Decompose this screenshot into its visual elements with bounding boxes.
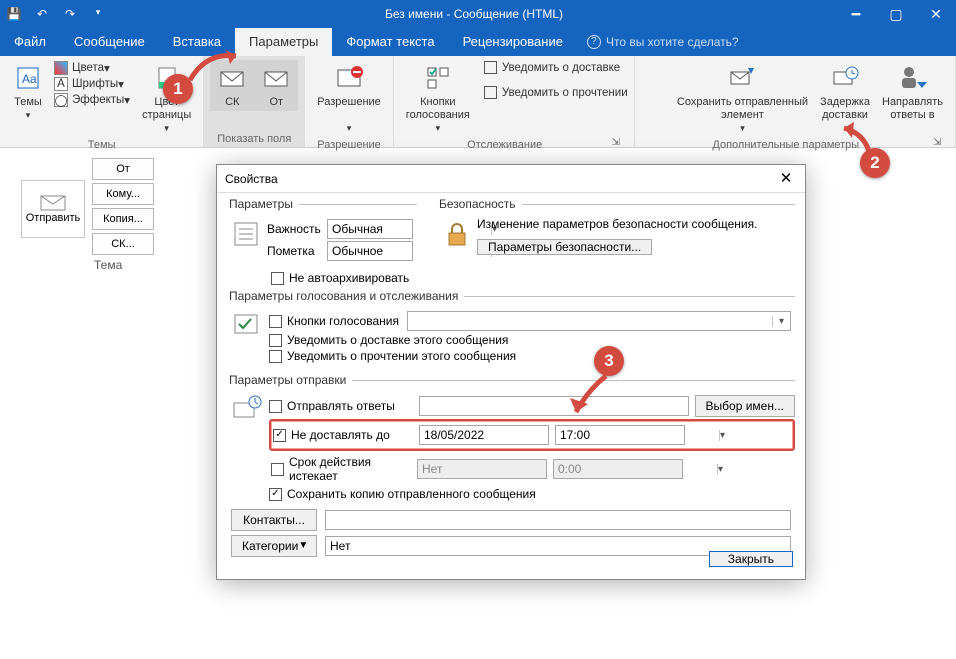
effects-icon: ◯ bbox=[54, 93, 68, 107]
dialog-title: Свойства bbox=[225, 172, 278, 186]
svg-text:Aa: Aa bbox=[22, 72, 37, 86]
delay-delivery-button[interactable]: Задержка доставки bbox=[814, 60, 876, 124]
categories-button[interactable]: Категории▼ bbox=[231, 535, 317, 557]
send-icon bbox=[39, 194, 67, 212]
security-settings-button[interactable]: Параметры безопасности... bbox=[477, 239, 652, 255]
minimize-button[interactable]: ━ bbox=[836, 6, 876, 23]
tab-file[interactable]: Файл bbox=[0, 28, 60, 56]
params-icon bbox=[231, 219, 261, 249]
dialog-close-button[interactable]: ✕ bbox=[775, 168, 797, 190]
colors-icon bbox=[54, 61, 68, 75]
defer-check[interactable]: ✓ bbox=[273, 429, 286, 442]
from-icon bbox=[260, 62, 292, 94]
redo-icon[interactable]: ↷ bbox=[56, 7, 84, 21]
group-tracking: Кнопки голосования ▾ Уведомить о доставк… bbox=[394, 56, 635, 147]
effects-button[interactable]: ◯Эффекты ▾ bbox=[54, 92, 130, 108]
cc-field-button[interactable]: Копия... bbox=[92, 208, 154, 230]
voting-button[interactable]: Кнопки голосования ▾ bbox=[400, 60, 476, 137]
close-button[interactable]: ✕ bbox=[916, 6, 956, 23]
qat-dropdown-icon[interactable]: ▾ bbox=[84, 7, 112, 21]
select-names-button[interactable]: Выбор имен... bbox=[695, 395, 795, 417]
voting-icon bbox=[422, 62, 454, 94]
permission-icon bbox=[333, 62, 365, 94]
group-more-options: Сохранить отправленный элемент ▾ Задержк… bbox=[635, 56, 956, 147]
tracking-launcher-icon[interactable]: ⇲ bbox=[612, 137, 626, 151]
tab-format[interactable]: Формат текста bbox=[332, 28, 448, 56]
save-copy-check[interactable]: ✓ bbox=[269, 488, 282, 501]
ribbon: Aa Темы ▾ Цвета ▾ AШрифты ▾ ◯Эффекты ▾ Ц… bbox=[0, 56, 956, 148]
request-read-receipt[interactable]: Уведомить о прочтении bbox=[484, 85, 628, 100]
contacts-button[interactable]: Контакты... bbox=[231, 509, 317, 531]
tab-message[interactable]: Сообщение bbox=[60, 28, 159, 56]
window-title: Без имени - Сообщение (HTML) bbox=[112, 7, 836, 21]
from-field-button[interactable]: От bbox=[92, 158, 154, 180]
voting-icon bbox=[231, 309, 263, 341]
fonts-icon: A bbox=[54, 77, 68, 91]
request-delivery-receipt[interactable]: Уведомить о доставке bbox=[484, 60, 628, 75]
delivery-icon bbox=[231, 393, 263, 425]
colors-button[interactable]: Цвета ▾ bbox=[54, 60, 130, 76]
permission-button[interactable]: Разрешение▾ bbox=[311, 60, 387, 137]
security-text: Изменение параметров безопасности сообще… bbox=[477, 217, 757, 231]
send-replies-check[interactable] bbox=[269, 400, 282, 413]
bulb-icon: ? bbox=[587, 35, 601, 49]
direct-replies-button[interactable]: Направлять ответы в bbox=[876, 60, 949, 124]
delay-icon bbox=[829, 62, 861, 94]
direct-replies-icon bbox=[897, 62, 929, 94]
from-button[interactable]: От bbox=[254, 60, 298, 111]
tell-me[interactable]: ? Что вы хотите сделать? bbox=[577, 28, 739, 56]
save-sent-button[interactable]: Сохранить отправленный элемент ▾ bbox=[671, 60, 814, 137]
expires-time-picker: ▾ bbox=[553, 459, 683, 479]
lock-icon bbox=[441, 219, 471, 249]
themes-icon: Aa bbox=[12, 62, 44, 94]
to-field-button[interactable]: Кому... bbox=[92, 183, 154, 205]
fonts-button[interactable]: AШрифты ▾ bbox=[54, 76, 130, 92]
importance-dropdown[interactable]: ▾ bbox=[327, 219, 413, 239]
more-options-launcher-icon[interactable]: ⇲ bbox=[933, 137, 947, 151]
voting-dropdown[interactable]: ▾ bbox=[407, 311, 791, 331]
tab-review[interactable]: Рецензирование bbox=[449, 28, 577, 56]
bcc-field-button[interactable]: СК... bbox=[92, 233, 154, 255]
group-permission: Разрешение▾ Разрешение bbox=[305, 56, 394, 147]
send-replies-input[interactable] bbox=[419, 396, 689, 416]
contacts-input[interactable] bbox=[325, 510, 791, 530]
send-button[interactable]: Отправить bbox=[21, 180, 85, 238]
defer-delivery-row: ✓ Не доставлять до ▾ ▾ bbox=[269, 419, 795, 451]
themes-button[interactable]: Aa Темы ▾ bbox=[6, 60, 50, 124]
chevron-down-icon: ▾ bbox=[772, 316, 790, 327]
maximize-button[interactable]: ▢ bbox=[876, 6, 916, 23]
no-autoarchive-check[interactable] bbox=[271, 272, 284, 285]
sensitivity-dropdown[interactable]: ▾ bbox=[327, 241, 413, 261]
importance-label: Важность bbox=[267, 222, 327, 236]
sensitivity-label: Пометка bbox=[267, 244, 327, 258]
dialog-close-action-button[interactable]: Закрыть bbox=[709, 551, 793, 567]
undo-icon[interactable]: ↶ bbox=[28, 7, 56, 21]
subject-label: Тема bbox=[92, 258, 154, 272]
defer-time-picker[interactable]: ▾ bbox=[555, 425, 685, 445]
save-sent-icon bbox=[726, 62, 758, 94]
save-icon[interactable]: 💾 bbox=[0, 7, 28, 21]
read-receipt-check[interactable] bbox=[269, 350, 282, 363]
expires-date-picker: ▾ bbox=[417, 459, 547, 479]
tab-options[interactable]: Параметры bbox=[235, 28, 332, 56]
chevron-down-icon: ▾ bbox=[719, 430, 725, 441]
defer-date-picker[interactable]: ▾ bbox=[419, 425, 549, 445]
properties-dialog: Свойства ✕ Параметры Важность ▾ Пометка … bbox=[216, 164, 806, 580]
expires-check[interactable] bbox=[271, 463, 284, 476]
delivery-receipt-check[interactable] bbox=[269, 334, 282, 347]
title-bar: 💾 ↶ ↷ ▾ Без имени - Сообщение (HTML) ━ ▢… bbox=[0, 0, 956, 28]
voting-check[interactable] bbox=[269, 315, 282, 328]
ribbon-tabs: Файл Сообщение Вставка Параметры Формат … bbox=[0, 28, 956, 56]
